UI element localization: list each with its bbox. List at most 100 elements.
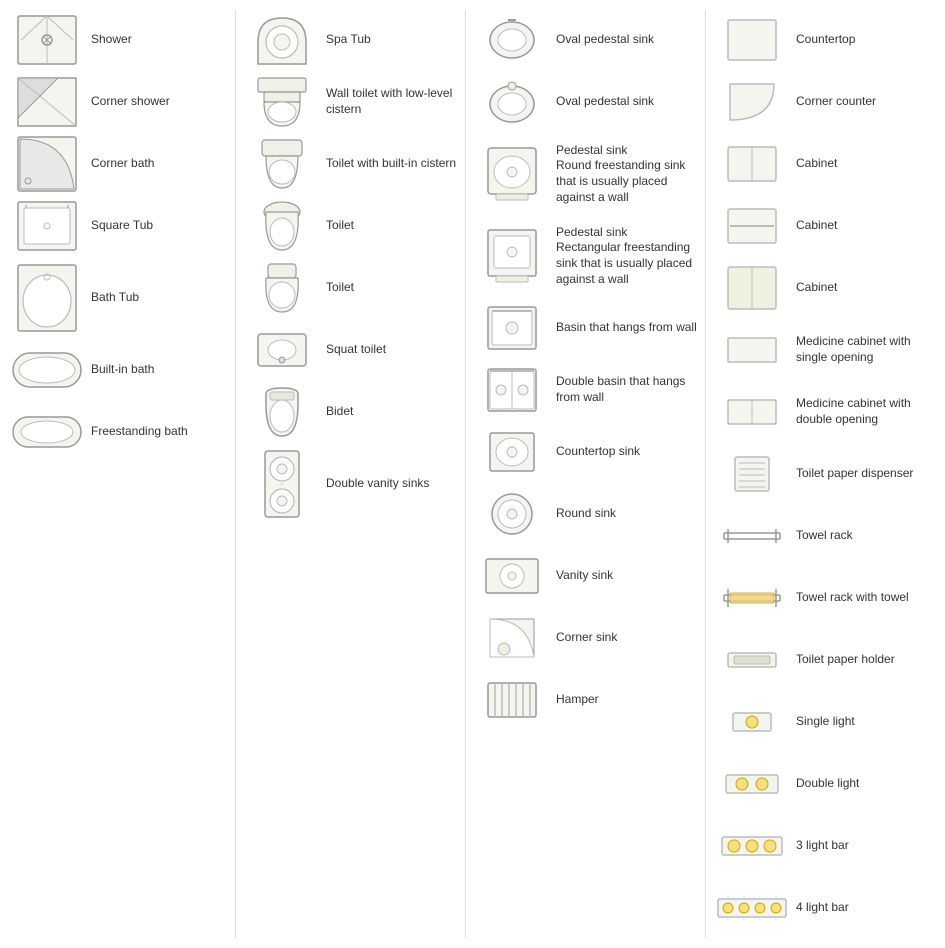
double-light-label: Double light	[796, 776, 859, 792]
double-light-icon	[716, 758, 788, 810]
corner-sink-label: Corner sink	[556, 630, 617, 646]
bidet-label: Bidet	[326, 404, 353, 420]
corner-bath-icon	[11, 138, 83, 190]
main-page: Shower Corner shower Corner bath	[0, 0, 945, 948]
item-hamper: Hamper	[470, 670, 705, 730]
item-round-sink: Round sink	[470, 484, 705, 544]
4-light-bar-label: 4 light bar	[796, 900, 849, 916]
item-corner-shower: Corner shower	[5, 72, 235, 132]
item-3-light-bar: 3 light bar	[710, 816, 945, 876]
item-4-light-bar: 4 light bar	[710, 878, 945, 938]
med-cabinet-double-label: Medicine cabinet with double opening	[796, 396, 944, 427]
corner-shower-label: Corner shower	[91, 94, 170, 110]
freestanding-bath-icon	[11, 406, 83, 458]
oval-pedestal1-icon	[476, 14, 548, 66]
round-sink-label: Round sink	[556, 506, 616, 522]
hamper-icon	[476, 674, 548, 726]
bath-tub-label: Bath Tub	[91, 290, 139, 306]
double-basin-label: Double basin that hangs from wall	[556, 374, 699, 405]
item-med-cabinet-double: Medicine cabinet with double opening	[710, 382, 945, 442]
item-bath-tub: Bath Tub	[5, 258, 235, 338]
oval-pedestal2-label: Oval pedestal sink	[556, 94, 654, 110]
pedestal-sink1-icon	[476, 139, 548, 209]
spa-tub-label: Spa Tub	[326, 32, 371, 48]
vanity-sink-icon	[476, 550, 548, 602]
item-cabinet1: Cabinet	[710, 134, 945, 194]
cabinet3-label: Cabinet	[796, 280, 837, 296]
item-spa-tub: Spa Tub	[240, 10, 465, 70]
tp-holder-icon	[716, 634, 788, 686]
3-light-bar-label: 3 light bar	[796, 838, 849, 854]
squat-toilet-label: Squat toilet	[326, 342, 386, 358]
med-cabinet-single-label: Medicine cabinet with single opening	[796, 334, 944, 365]
toilet2-label: Toilet	[326, 280, 354, 296]
med-cabinet-single-icon	[716, 324, 788, 376]
toilet1-label: Toilet	[326, 218, 354, 234]
item-built-in-bath: Built-in bath	[5, 340, 235, 400]
item-oval-pedestal2: Oval pedestal sink	[470, 72, 705, 132]
double-basin-icon	[476, 364, 548, 416]
towel-rack-label: Towel rack	[796, 528, 853, 544]
cabinet3-icon	[716, 262, 788, 314]
corner-sink-icon	[476, 612, 548, 664]
item-vanity-sink: Vanity sink	[470, 546, 705, 606]
countertop-sink-label: Countertop sink	[556, 444, 640, 460]
basin-wall-icon	[476, 302, 548, 354]
vanity-sink-label: Vanity sink	[556, 568, 613, 584]
hamper-label: Hamper	[556, 692, 599, 708]
item-corner-bath: Corner bath	[5, 134, 235, 194]
wall-toilet-icon	[246, 76, 318, 128]
built-in-bath-icon	[11, 344, 83, 396]
spa-tub-icon	[246, 14, 318, 66]
cabinet1-icon	[716, 138, 788, 190]
toilet2-icon	[246, 262, 318, 314]
toilet1-icon	[246, 200, 318, 252]
item-double-vanity: Double vanity sinks	[240, 444, 465, 524]
countertop-label: Countertop	[796, 32, 855, 48]
item-double-basin: Double basin that hangs from wall	[470, 360, 705, 420]
item-corner-counter: Corner counter	[710, 72, 945, 132]
3-light-bar-icon	[716, 820, 788, 872]
column-1: Shower Corner shower Corner bath	[5, 10, 235, 938]
item-tp-dispenser: Toilet paper dispenser	[710, 444, 945, 504]
squat-toilet-icon	[246, 324, 318, 376]
item-toilet-builtin: Toilet with built-in cistern	[240, 134, 465, 194]
double-vanity-icon	[246, 449, 318, 519]
item-freestanding-bath: Freestanding bath	[5, 402, 235, 462]
single-light-icon	[716, 696, 788, 748]
oval-pedestal2-icon	[476, 76, 548, 128]
shower-label: Shower	[91, 32, 132, 48]
towel-rack-towel-label: Towel rack with towel	[796, 590, 909, 606]
item-shower: Shower	[5, 10, 235, 70]
corner-counter-label: Corner counter	[796, 94, 876, 110]
toilet-builtin-label: Toilet with built-in cistern	[326, 156, 456, 172]
bath-tub-icon	[11, 263, 83, 333]
toilet-builtin-icon	[246, 138, 318, 190]
countertop-sink-icon	[476, 426, 548, 478]
item-wall-toilet: Wall toilet with low-level cistern	[240, 72, 465, 132]
item-basin-wall: Basin that hangs from wall	[470, 298, 705, 358]
freestanding-bath-label: Freestanding bath	[91, 424, 188, 440]
item-single-light: Single light	[710, 692, 945, 752]
corner-counter-icon	[716, 76, 788, 128]
item-pedestal-sink1: Pedestal sink Round freestanding sink th…	[470, 134, 705, 214]
basin-wall-label: Basin that hangs from wall	[556, 320, 697, 336]
item-toilet2: Toilet	[240, 258, 465, 318]
med-cabinet-double-icon	[716, 386, 788, 438]
column-4: Countertop Corner counter Cabinet	[705, 10, 945, 938]
item-med-cabinet-single: Medicine cabinet with single opening	[710, 320, 945, 380]
bidet-icon	[246, 386, 318, 438]
pedestal-sink1-sub: Round freestanding sink that is usually …	[556, 158, 699, 205]
towel-rack-icon	[716, 510, 788, 562]
item-bidet: Bidet	[240, 382, 465, 442]
towel-rack-towel-icon	[716, 572, 788, 624]
pedestal-sink1-label: Pedestal sink	[556, 143, 699, 159]
item-corner-sink: Corner sink	[470, 608, 705, 668]
pedestal-sink2-label: Pedestal sink	[556, 225, 699, 241]
cabinet1-label: Cabinet	[796, 156, 837, 172]
wall-toilet-label: Wall toilet with low-level cistern	[326, 86, 459, 117]
shower-icon	[11, 14, 83, 66]
item-pedestal-sink2: Pedestal sink Rectangular freestanding s…	[470, 216, 705, 296]
built-in-bath-label: Built-in bath	[91, 362, 154, 378]
item-tp-holder: Toilet paper holder	[710, 630, 945, 690]
